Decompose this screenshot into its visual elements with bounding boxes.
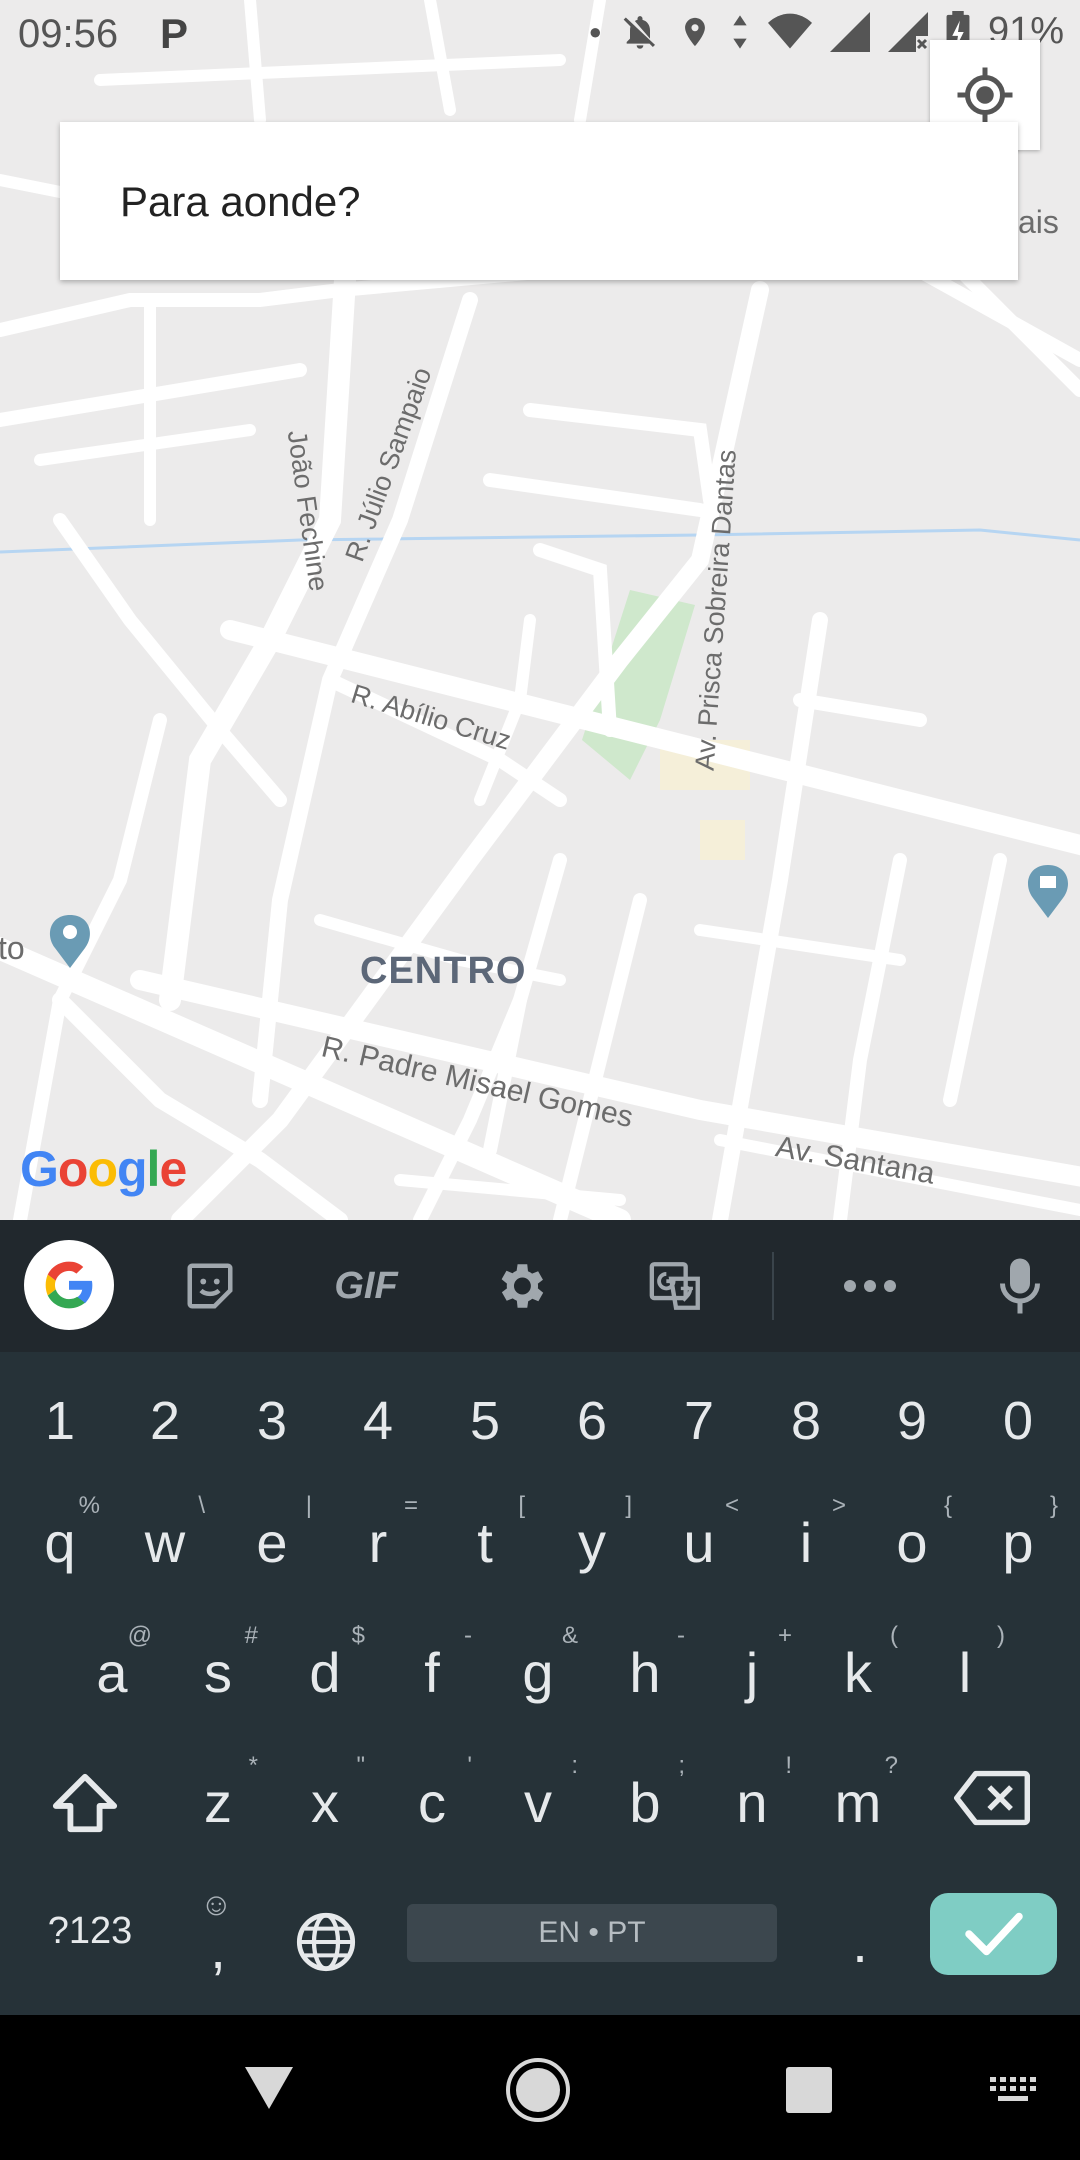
shift-key[interactable] <box>35 1770 135 1849</box>
key-e[interactable]: e | <box>222 1492 322 1575</box>
crosshair-icon <box>957 67 1013 123</box>
key-8[interactable]: 8 <box>756 1390 856 1452</box>
symbols-key[interactable]: ?123 <box>35 1910 145 1953</box>
key-7[interactable]: 7 <box>649 1390 749 1452</box>
search-placeholder: Para aonde? <box>120 178 361 225</box>
key-3[interactable]: 3 <box>222 1390 322 1452</box>
key-r[interactable]: r = <box>328 1492 428 1575</box>
destination-search-box[interactable]: Para aonde? <box>60 122 1018 280</box>
period-key[interactable]: . <box>810 1910 910 1975</box>
home-icon[interactable] <box>505 2057 571 2123</box>
language-key[interactable] <box>276 1910 376 1987</box>
key-0[interactable]: 0 <box>968 1390 1068 1452</box>
google-icon[interactable] <box>24 1240 114 1330</box>
key-h[interactable]: h- <box>595 1622 695 1705</box>
district-label: CENTRO <box>360 950 527 992</box>
gif-button[interactable]: GIF <box>316 1246 416 1326</box>
recents-icon[interactable] <box>786 2067 832 2113</box>
back-icon[interactable] <box>243 2065 295 2111</box>
shift-icon <box>52 1773 118 1833</box>
space-bar[interactable]: EN • PT <box>407 1904 777 1962</box>
enter-button[interactable] <box>930 1893 1057 1975</box>
wifi-icon <box>767 13 812 48</box>
edge-label-right: ais <box>1018 204 1059 240</box>
edge-label-left: to <box>0 930 25 966</box>
key-g[interactable]: g & <box>488 1622 588 1705</box>
key-5[interactable]: 5 <box>435 1390 535 1452</box>
backspace-icon <box>954 1770 1030 1826</box>
key-i[interactable]: i > <box>756 1492 856 1575</box>
google-logo: Google <box>20 1141 187 1197</box>
key-o[interactable]: o{ <box>862 1492 962 1575</box>
keyboard-switch-icon[interactable] <box>990 2077 1038 2105</box>
key-y[interactable]: y] <box>542 1492 642 1575</box>
key-1[interactable]: 1 <box>10 1390 110 1452</box>
key-6[interactable]: 6 <box>542 1390 642 1452</box>
data-arrows-icon <box>733 14 747 49</box>
key-z[interactable]: z * <box>168 1752 268 1835</box>
settings-icon[interactable] <box>480 1246 560 1326</box>
key-p[interactable]: p} <box>968 1492 1068 1575</box>
key-l[interactable]: l) <box>915 1622 1015 1705</box>
location-icon <box>685 17 705 46</box>
key-w[interactable]: w \ <box>115 1492 215 1575</box>
key-4[interactable]: 4 <box>328 1390 428 1452</box>
key-s[interactable]: s # <box>168 1622 268 1705</box>
key-9[interactable]: 9 <box>862 1390 962 1452</box>
signal-roaming-icon <box>887 11 928 52</box>
bell-off-icon <box>623 15 655 49</box>
mic-icon[interactable] <box>980 1246 1060 1326</box>
key-u[interactable]: u < <box>649 1492 749 1575</box>
status-bar: 09:56 P ● 91% <box>0 0 1080 72</box>
status-time: 09:56 <box>18 12 119 56</box>
emoji-comma-key[interactable]: ☺ , <box>168 1886 268 1980</box>
more-icon[interactable] <box>830 1246 910 1326</box>
keyboard-toolbar: GIF <box>0 1220 1080 1352</box>
key-m[interactable]: m? <box>808 1752 908 1835</box>
key-c[interactable]: c ' <box>382 1752 482 1835</box>
key-2[interactable]: 2 <box>115 1390 215 1452</box>
key-x[interactable]: x " <box>275 1752 375 1835</box>
signal-icon <box>829 11 870 52</box>
key-n[interactable]: n! <box>702 1752 802 1835</box>
backspace-key[interactable] <box>942 1770 1042 1839</box>
key-f[interactable]: f- <box>382 1622 482 1705</box>
toolbar-divider <box>772 1252 774 1320</box>
globe-icon <box>296 1912 356 1972</box>
key-j[interactable]: j + <box>702 1622 802 1705</box>
key-a[interactable]: a @ <box>62 1622 162 1705</box>
app-notification-icon: P <box>160 10 189 57</box>
key-v[interactable]: v: <box>488 1752 588 1835</box>
keyboard: GIF 1 2 3 4 5 6 7 8 9 0 q% w \ e | r = t[ y… <box>0 1220 1080 2015</box>
check-icon <box>964 1912 1023 1956</box>
sticker-icon[interactable] <box>170 1246 250 1326</box>
translate-icon[interactable] <box>636 1246 716 1326</box>
key-b[interactable]: b; <box>595 1752 695 1835</box>
key-t[interactable]: t[ <box>435 1492 535 1575</box>
key-k[interactable]: k( <box>808 1622 908 1705</box>
key-q[interactable]: q% <box>10 1492 110 1575</box>
navigation-bar <box>0 2015 1080 2160</box>
dot-icon: ● <box>588 18 602 44</box>
key-d[interactable]: d $ <box>275 1622 375 1705</box>
